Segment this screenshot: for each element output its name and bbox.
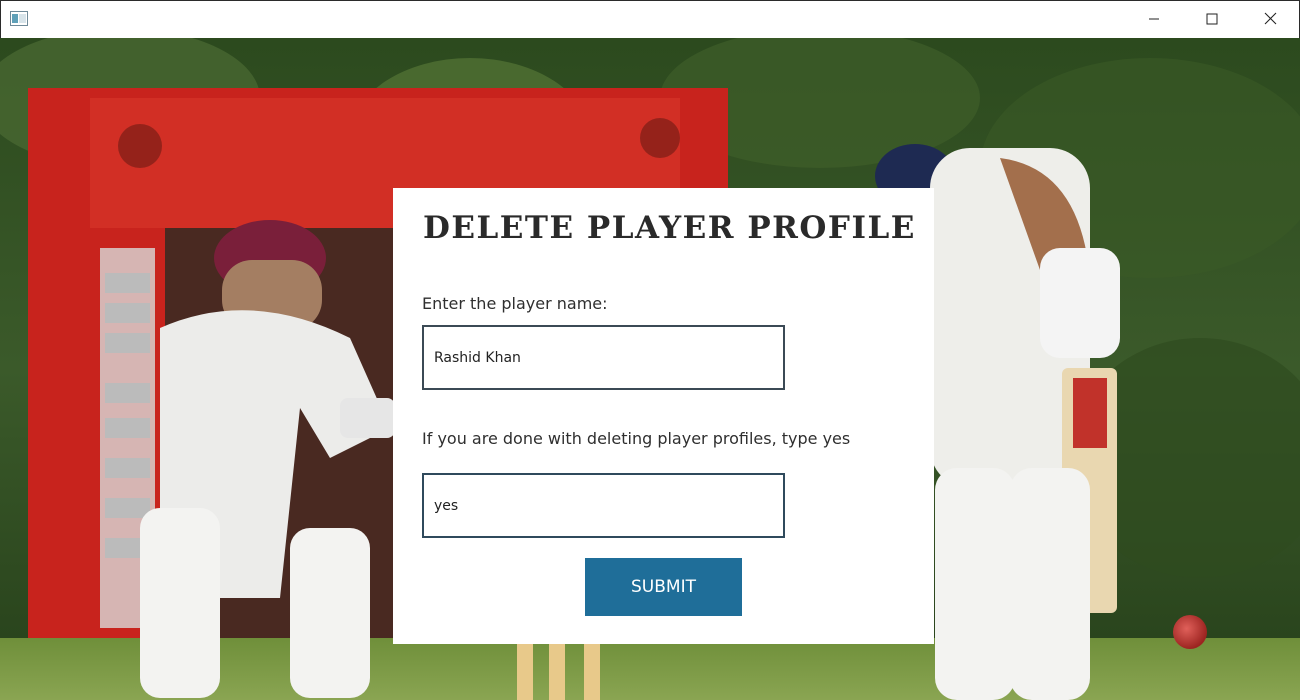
delete-player-dialog: DELETE PLAYER PROFILE Enter the player n… [393,188,934,644]
window-app-icon [10,11,28,26]
app-window: DELETE PLAYER PROFILE Enter the player n… [0,0,1300,700]
page-title: DELETE PLAYER PROFILE [423,210,916,246]
maximize-icon [1206,10,1218,29]
player-name-label: Enter the player name: [422,294,608,313]
player-name-input[interactable] [422,325,785,390]
close-icon [1264,10,1277,29]
submit-button[interactable]: SUBMIT [585,558,742,616]
done-confirmation-input[interactable] [422,473,785,538]
done-prompt-label: If you are done with deleting player pro… [422,429,851,448]
maximize-button[interactable] [1183,1,1241,38]
minimize-icon [1148,10,1160,29]
minimize-button[interactable] [1125,1,1183,38]
title-bar[interactable] [0,0,1300,39]
close-button[interactable] [1241,1,1299,38]
